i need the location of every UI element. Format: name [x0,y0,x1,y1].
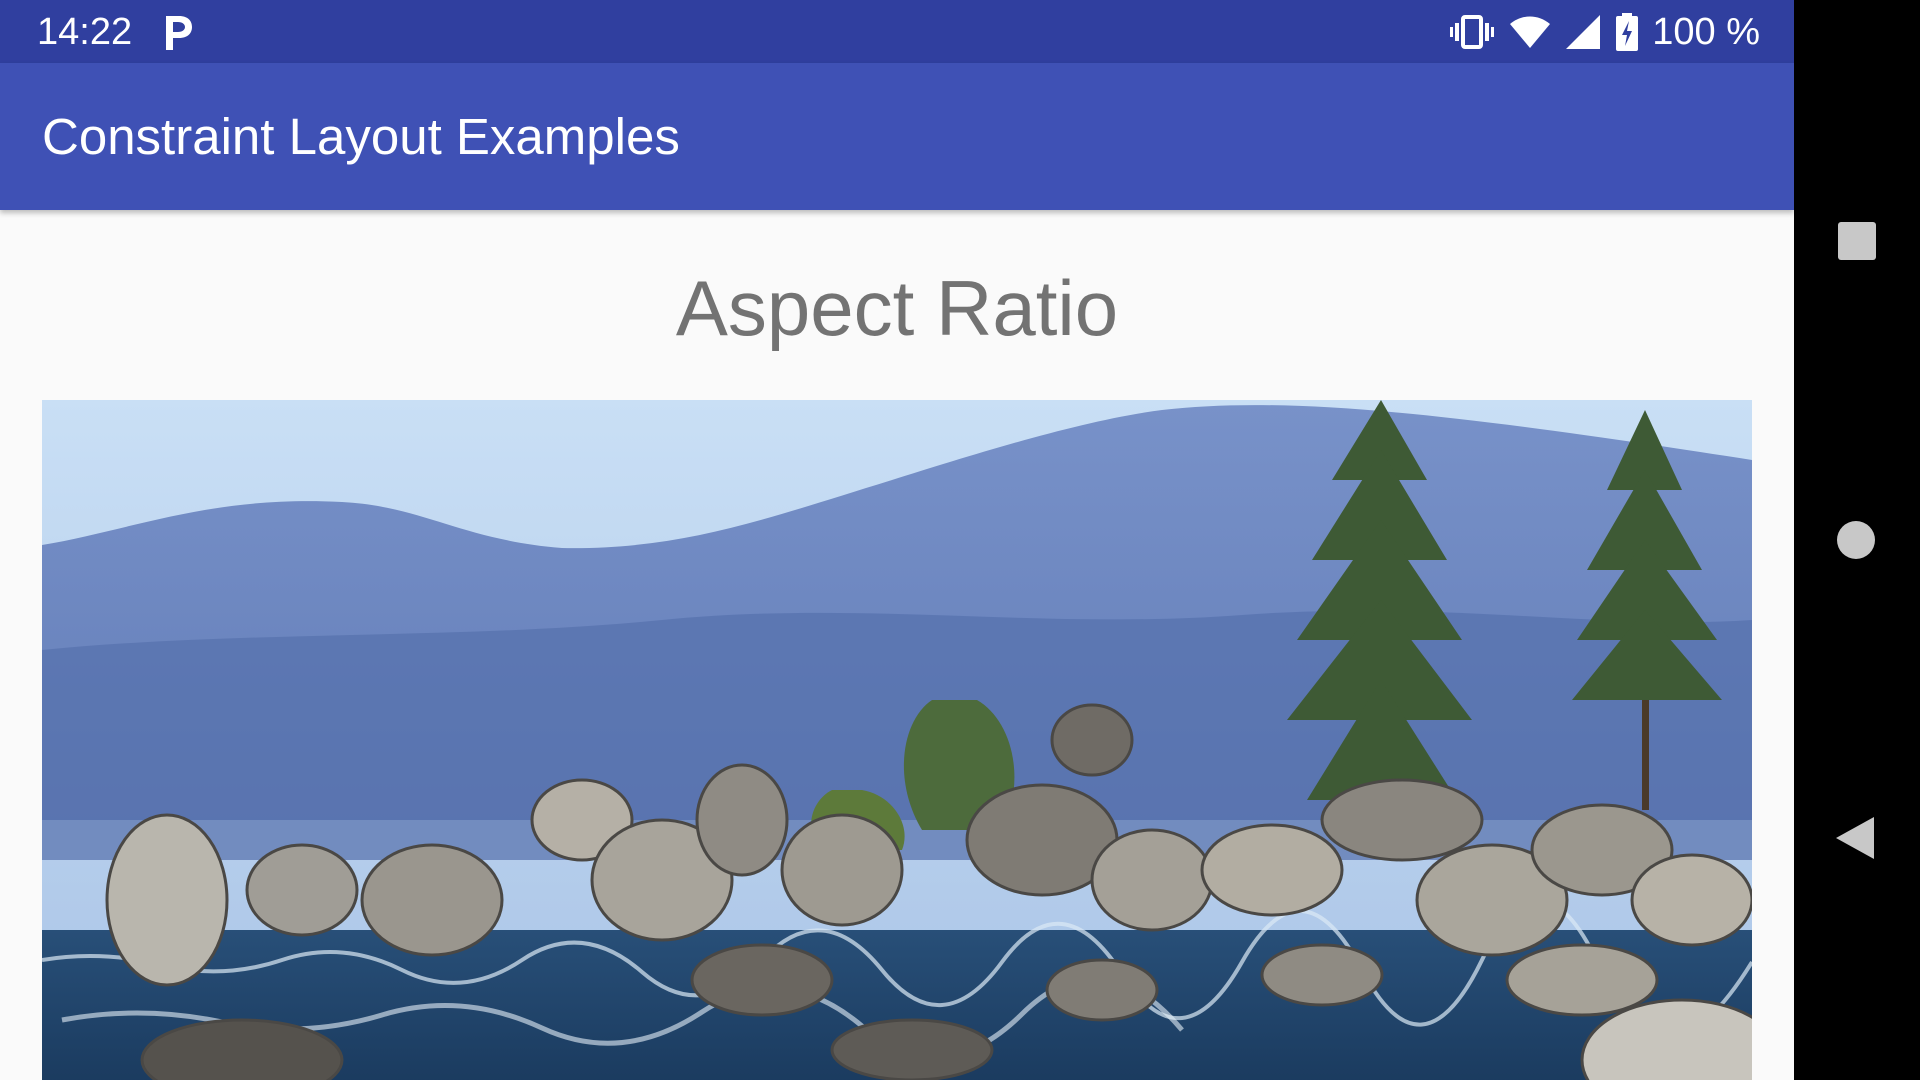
app-toolbar: Constraint Layout Examples [0,63,1794,210]
toolbar-title: Constraint Layout Examples [42,108,680,165]
app-screen: 14:22 100 % Constraint Layout Examples A… [0,0,1794,1080]
status-bar: 14:22 100 % [0,0,1794,63]
back-button[interactable] [1794,775,1920,901]
recents-button[interactable] [1794,178,1920,304]
parking-icon [166,16,192,50]
home-icon [1837,521,1875,559]
battery-charging-icon [1616,13,1639,51]
status-time: 14:22 [37,11,133,53]
page-heading: Aspect Ratio [675,264,1119,352]
landscape-photo [42,400,1752,1080]
wifi-icon [1510,16,1551,48]
vibrate-icon [1450,15,1495,49]
back-icon [1836,817,1874,859]
status-icons: 100 % [1434,9,1760,55]
home-button[interactable] [1794,477,1920,603]
navigation-bar [1794,0,1920,1080]
recents-icon [1838,222,1876,260]
signal-icon [1566,15,1601,49]
battery-percentage: 100 % [1652,11,1760,53]
